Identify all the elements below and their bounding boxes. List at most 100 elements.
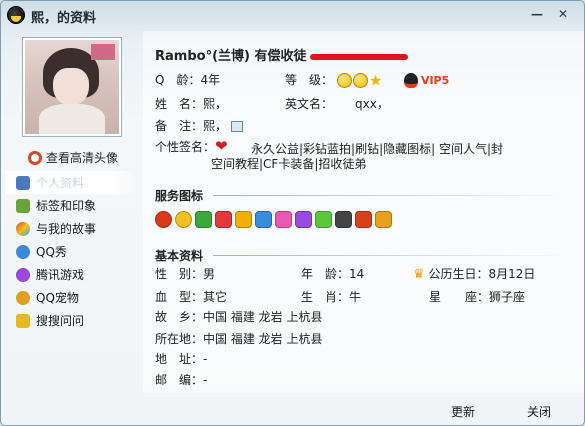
name-value: 熙， — [203, 97, 228, 111]
left-panel: 查看高清头像 个人资料 标签和印象 与我的故事 QQ秀 腾讯游戏 QQ宠物 搜搜… — [6, 31, 138, 393]
avatar[interactable] — [22, 37, 122, 137]
address-label: 地 址： — [155, 352, 204, 366]
services-section-title: 服务图标 — [155, 189, 204, 203]
sidebar-item-pet[interactable]: QQ宠物 — [6, 286, 138, 309]
sun-level-icon — [352, 73, 368, 88]
level-label: 等 级： — [285, 73, 334, 87]
profile-icon — [16, 175, 30, 190]
window-title: 熙，的资料 — [31, 11, 97, 26]
english-name-label: 英文名： — [285, 97, 334, 111]
red-diamond-icon[interactable] — [215, 211, 232, 228]
zodiac-value: 牛 — [349, 290, 362, 304]
address-field: 地 址：- — [155, 350, 207, 367]
service-icons — [155, 211, 392, 228]
sidebar-item-label: 搜搜问问 — [36, 314, 85, 328]
sidebar-item-label: 与我的故事 — [36, 222, 97, 236]
black-diamond-icon[interactable] — [335, 211, 352, 228]
divider — [213, 195, 573, 196]
zip-label: 邮 编： — [155, 373, 204, 387]
nickname: Rambo°(兰博) 有偿收徒 — [155, 49, 307, 64]
qqshow-icon — [16, 244, 30, 259]
book-icon[interactable] — [375, 211, 392, 228]
basic-info-section-title: 基本资料 — [155, 249, 204, 263]
sun-level-icon — [336, 73, 352, 88]
hometown-field: 故 乡：中国 福建 龙岩 上杭县 — [155, 308, 322, 325]
sidebar-item-label: QQ秀 — [36, 245, 67, 259]
blood-type-label: 血 型： — [155, 290, 204, 304]
blue-diamond-icon[interactable] — [255, 211, 272, 228]
sidebar-item-label: QQ宠物 — [36, 291, 79, 305]
avatar-image — [25, 40, 119, 134]
qq-age-field: Q 龄：4年 — [155, 71, 220, 88]
vip-badge[interactable]: VIP5 — [421, 74, 449, 87]
birthday-value: 8月12日 — [488, 267, 536, 281]
age-field: 年 龄：14 — [301, 265, 364, 282]
level-field: 等 级： ★ VIP5 — [285, 71, 449, 90]
lime-diamond-icon[interactable] — [315, 211, 332, 228]
name-field: 姓 名：熙， — [155, 95, 227, 112]
star-level-icon: ★ — [368, 71, 383, 90]
blood-type-field: 血 型：其它 — [155, 288, 227, 305]
divider — [213, 255, 573, 256]
signature-label: 个性签名： — [155, 140, 216, 154]
gender-field: 性 别：男 — [155, 265, 215, 282]
pet-icon — [16, 290, 30, 305]
birthday-label: 公历生日： — [428, 267, 489, 281]
tag-icon — [16, 198, 30, 213]
remark-field: 备 注：熙， — [155, 117, 244, 134]
constellation-value: 狮子座 — [489, 290, 526, 304]
question-icon — [16, 313, 30, 328]
edit-remark-icon[interactable] — [231, 121, 244, 132]
close-button[interactable]: 关闭 — [527, 403, 551, 420]
purple-diamond-icon[interactable] — [295, 211, 312, 228]
signature-label-field: 个性签名：❤ — [155, 137, 228, 155]
sidebar-item-qqshow[interactable]: QQ秀 — [6, 240, 138, 263]
remark-value[interactable]: 熙， — [203, 119, 227, 133]
game-icon — [16, 267, 30, 282]
title-bar[interactable]: 熙，的资料 — ✕ — [1, 1, 584, 29]
age-label: 年 龄： — [301, 267, 350, 281]
yellow-diamond-icon[interactable] — [235, 211, 252, 228]
close-window-button[interactable]: ✕ — [553, 5, 573, 23]
side-menu: 个人资料 标签和印象 与我的故事 QQ秀 腾讯游戏 QQ宠物 搜搜问问 — [6, 171, 138, 332]
english-name-value: qxx， — [355, 97, 389, 111]
pink-diamond-icon[interactable] — [275, 211, 292, 228]
zip-value: - — [203, 373, 208, 387]
green-diamond-icon[interactable] — [195, 211, 212, 228]
sidebar-item-label: 个人资料 — [36, 176, 85, 190]
game-badge-icon[interactable] — [355, 211, 372, 228]
view-hd-avatar-link[interactable]: 查看高清头像 — [28, 149, 118, 166]
sidebar-item-games[interactable]: 腾讯游戏 — [6, 263, 138, 286]
address-value: - — [203, 352, 208, 366]
location-value: 中国 福建 龙岩 上杭县 — [203, 332, 323, 346]
name-label: 姓 名： — [155, 97, 204, 111]
sidebar-item-story[interactable]: 与我的故事 — [6, 217, 138, 240]
nickname-row: Rambo°(兰博) 有偿收徒 — [155, 45, 409, 64]
age-value: 14 — [349, 267, 365, 281]
profile-details-panel: Rambo°(兰博) 有偿收徒 Q 龄：4年 等 级： ★ VIP5 姓 名：熙… — [143, 31, 584, 393]
zodiac-field: 生 肖：牛 — [301, 288, 361, 305]
constellation-label: 星 座： — [429, 290, 490, 304]
redacted-mark — [310, 53, 409, 60]
zodiac-label: 生 肖： — [301, 290, 350, 304]
refresh-button[interactable]: 更新 — [451, 403, 475, 420]
qzone-icon[interactable] — [175, 211, 192, 228]
heart-icon: ❤ — [215, 137, 228, 155]
view-hd-avatar-label: 查看高清头像 — [46, 151, 119, 165]
blood-type-value: 其它 — [203, 290, 228, 304]
sidebar-item-tags[interactable]: 标签和印象 — [6, 194, 138, 217]
crown-icon: ♛ — [413, 267, 425, 282]
profile-window: 熙，的资料 — ✕ 查看高清头像 个人资料 标签和印象 与我的故事 QQ秀 腾讯… — [0, 0, 585, 426]
location-label: 所在地： — [155, 332, 204, 346]
sidebar-item-label: 腾讯游戏 — [36, 268, 85, 282]
rainbow-icon — [16, 221, 30, 236]
hometown-label: 故 乡： — [155, 310, 204, 324]
location-field: 所在地：中国 福建 龙岩 上杭县 — [155, 330, 322, 347]
remark-label: 备 注： — [155, 119, 204, 133]
sidebar-item-soso[interactable]: 搜搜问问 — [6, 309, 138, 332]
zip-field: 邮 编：- — [155, 371, 207, 388]
gender-label: 性 别： — [155, 267, 204, 281]
sidebar-item-profile[interactable]: 个人资料 — [6, 171, 138, 194]
minimize-button[interactable]: — — [527, 5, 547, 23]
qq-penguin-icon[interactable] — [155, 211, 172, 228]
